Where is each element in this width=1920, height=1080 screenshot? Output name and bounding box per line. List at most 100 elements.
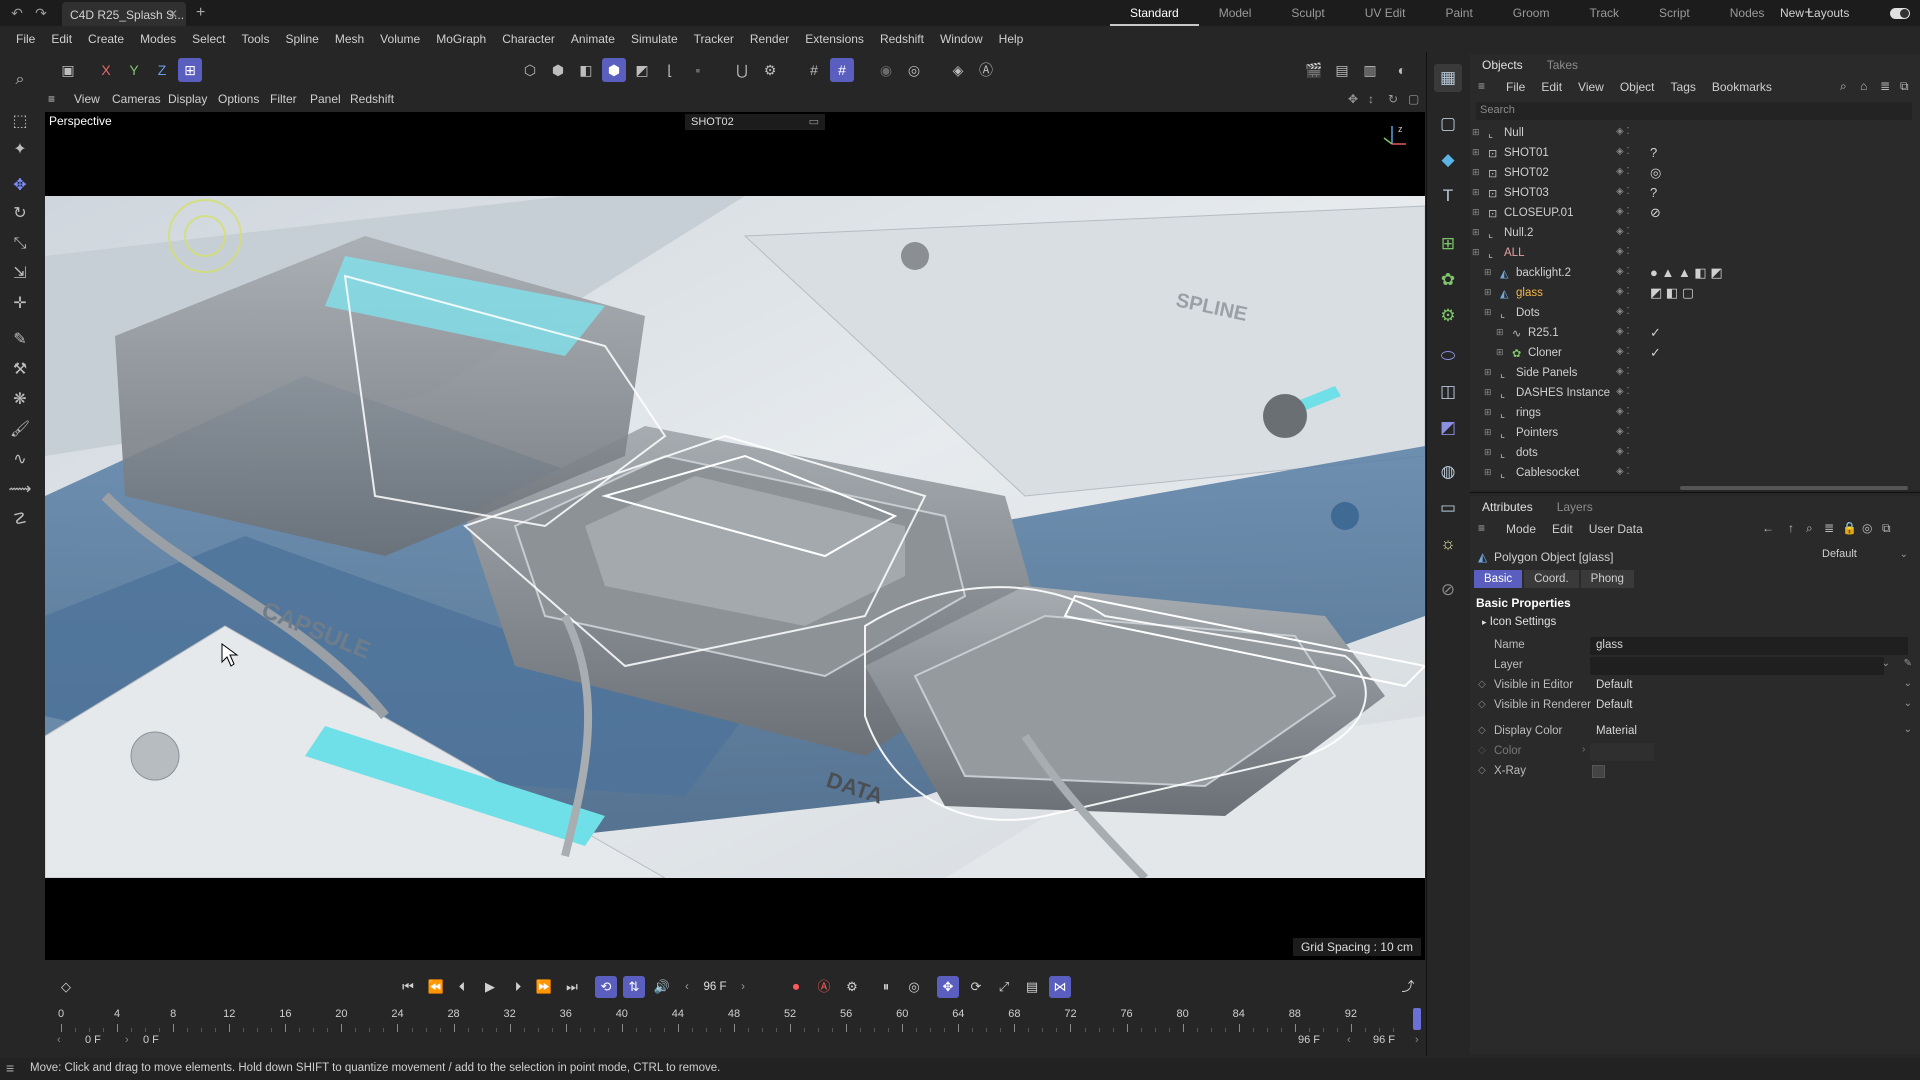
search-icon[interactable]: ⌕ [1840, 79, 1847, 94]
viewport-orbit-icon[interactable]: ↻ [1388, 92, 1398, 106]
panel-divider[interactable] [1426, 52, 1427, 1056]
viewport-menu-panel[interactable]: Panel [310, 92, 341, 106]
expand-toggle-icon[interactable]: ⊞ [1472, 167, 1480, 178]
motion-record-icon[interactable]: ⏸ [875, 976, 897, 998]
tweak-icon[interactable]: ✦ [8, 138, 32, 162]
up-arrow-icon[interactable]: ↑ [1788, 521, 1794, 535]
tab-objects[interactable]: Objects [1470, 54, 1535, 76]
objects-menu-view[interactable]: View [1570, 76, 1612, 98]
viewport-menu-redshift[interactable]: Redshift [350, 92, 394, 106]
lock-icon[interactable]: 🔒 [1842, 521, 1857, 535]
object-row[interactable]: ⊞ ⌞ Null ◈ ⁚ [1470, 124, 1910, 144]
object-tags[interactable]: ● ▲ ▲ ◧ ◩ [1650, 265, 1723, 281]
menu-help[interactable]: Help [991, 28, 1032, 50]
viewport-menu-view[interactable]: View [74, 92, 100, 106]
expand-toggle-icon[interactable]: ⊞ [1472, 147, 1480, 158]
object-tags[interactable]: ? [1650, 185, 1657, 200]
chevron-right-icon[interactable]: › [125, 1034, 129, 1046]
solo-icon[interactable]: ▪ [686, 58, 710, 82]
attr-tab-phong[interactable]: Phong [1580, 570, 1634, 588]
objects-menu-file[interactable]: File [1498, 76, 1533, 98]
workplane-icon[interactable]: ⌊ [658, 58, 682, 82]
next-key-icon[interactable]: ⏩ [533, 976, 555, 998]
paint-brush-icon[interactable]: 🖌 [8, 418, 32, 442]
current-frame-field[interactable]: ‹ 96 F › [685, 978, 745, 996]
live-selection-icon[interactable]: ⬚ [8, 110, 32, 134]
play-icon[interactable]: ▶ [479, 976, 501, 998]
menu-mesh[interactable]: Mesh [327, 28, 372, 50]
expand-toggle-icon[interactable]: ⊞ [1472, 207, 1480, 218]
object-tags[interactable]: ? [1650, 145, 1657, 160]
document-tab[interactable]: C4D R25_Splash S... ✕ [62, 2, 186, 26]
expand-toggle-icon[interactable]: ⊞ [1484, 387, 1492, 398]
render-to-picture-viewer-icon[interactable]: ▤ [1330, 58, 1354, 82]
redo-icon[interactable]: ↷ [32, 4, 50, 22]
objects-menu-bookmarks[interactable]: Bookmarks [1704, 76, 1780, 98]
visible-in-renderer-dropdown[interactable]: Default [1590, 697, 1908, 715]
render-settings-icon[interactable]: ▥ [1358, 58, 1382, 82]
auto-icon[interactable]: Ⓐ [974, 58, 998, 82]
home-icon[interactable]: ⌂ [1860, 79, 1867, 93]
object-row[interactable]: ⊞ ∿ R25.1 ◈ ⁚ ✓ [1470, 324, 1910, 344]
field-icon[interactable]: ◫ [1434, 378, 1462, 406]
knife-icon[interactable]: ⚒ [8, 358, 32, 382]
display-color-dropdown[interactable]: Material [1590, 723, 1908, 741]
object-row[interactable]: ⊞ ⌞ rings ◈ ⁚ [1470, 404, 1910, 424]
visible-in-editor-dropdown[interactable]: Default [1590, 677, 1908, 695]
object-row[interactable]: ⊞ ⊡ CLOSEUP.01 ◈ ⁚ ⊘ [1470, 204, 1910, 224]
attributes-menu-user-data[interactable]: User Data [1581, 518, 1651, 540]
visibility-dots-icon[interactable]: ◈ ⁚ [1616, 306, 1630, 317]
new-window-icon[interactable]: ⧉ [1882, 521, 1891, 536]
object-row[interactable]: ⊞ ⌞ Dots ◈ ⁚ [1470, 304, 1910, 324]
objects-search-input[interactable]: Search [1476, 102, 1912, 120]
key-rotation-icon[interactable]: ⟳ [965, 976, 987, 998]
axis-x-button[interactable]: X [94, 58, 118, 82]
expand-toggle-icon[interactable]: ⊞ [1496, 347, 1504, 358]
expand-toggle-icon[interactable]: ⊞ [1472, 247, 1480, 258]
menu-spline[interactable]: Spline [277, 28, 326, 50]
menu-modes[interactable]: Modes [132, 28, 184, 50]
layout-tab-nodes[interactable]: Nodes [1710, 0, 1785, 26]
chevron-left-icon[interactable]: ‹ [57, 1034, 61, 1046]
texture-mode-icon[interactable]: ◩ [630, 58, 654, 82]
expand-toggle-icon[interactable]: ⊞ [1484, 407, 1492, 418]
visibility-dots-icon[interactable]: ◈ ⁚ [1616, 146, 1630, 157]
search-icon[interactable]: ⌕ [8, 68, 32, 92]
active-camera-label[interactable]: SHOT02 ▭ [685, 114, 825, 130]
redshift-render-icon[interactable]: ◐ [1390, 58, 1414, 82]
viewport-menu-icon[interactable]: ≡ [48, 92, 55, 106]
visibility-dots-icon[interactable]: ◈ ⁚ [1616, 186, 1630, 197]
menu-create[interactable]: Create [80, 28, 132, 50]
visibility-dots-icon[interactable]: ◈ ⁚ [1616, 166, 1630, 177]
chevron-right-icon[interactable]: › [1582, 744, 1585, 755]
viewport-menu-filter[interactable]: Filter [270, 92, 297, 106]
object-row[interactable]: ⊞ ⌞ Pointers ◈ ⁚ [1470, 424, 1910, 444]
grid-icon[interactable]: # [802, 58, 826, 82]
polygons-mode-icon[interactable]: ◧ [574, 58, 598, 82]
color-swatch[interactable] [1590, 743, 1654, 761]
visibility-dots-icon[interactable]: ◈ ⁚ [1616, 466, 1630, 477]
snap-settings-icon[interactable]: ⚙ [758, 58, 782, 82]
target-icon[interactable]: ◎ [902, 58, 926, 82]
axis-z-button[interactable]: Z [150, 58, 174, 82]
filter-icon[interactable]: ≣ [1824, 521, 1834, 535]
menu-redshift[interactable]: Redshift [872, 28, 932, 50]
range-start-handle[interactable]: 0 F [143, 1034, 159, 1046]
key-interpolation-icon[interactable]: ◎ [903, 976, 925, 998]
visibility-dots-icon[interactable]: ◈ ⁚ [1616, 386, 1630, 397]
object-manager-icon[interactable]: ▦ [1434, 64, 1462, 92]
new-layouts-button[interactable]: New Layouts [1780, 0, 1849, 26]
visibility-dots-icon[interactable]: ◈ ⁚ [1616, 226, 1630, 237]
menu-render[interactable]: Render [742, 28, 797, 50]
object-row[interactable]: ⊞ ⌞ ALL ◈ ⁚ [1470, 244, 1910, 264]
tab-layers[interactable]: Layers [1545, 496, 1605, 518]
menu-simulate[interactable]: Simulate [623, 28, 686, 50]
layer-input[interactable] [1590, 657, 1884, 675]
attr-tab-coord[interactable]: Coord. [1524, 570, 1579, 588]
menu-file[interactable]: File [8, 28, 43, 50]
expand-toggle-icon[interactable]: ⊞ [1484, 427, 1492, 438]
close-tab-icon[interactable]: ✕ [168, 7, 178, 21]
layout-tab-paint[interactable]: Paint [1425, 0, 1492, 26]
transform-icon[interactable]: ⇲ [8, 262, 32, 286]
object-tags[interactable]: ◎ [1650, 165, 1661, 181]
